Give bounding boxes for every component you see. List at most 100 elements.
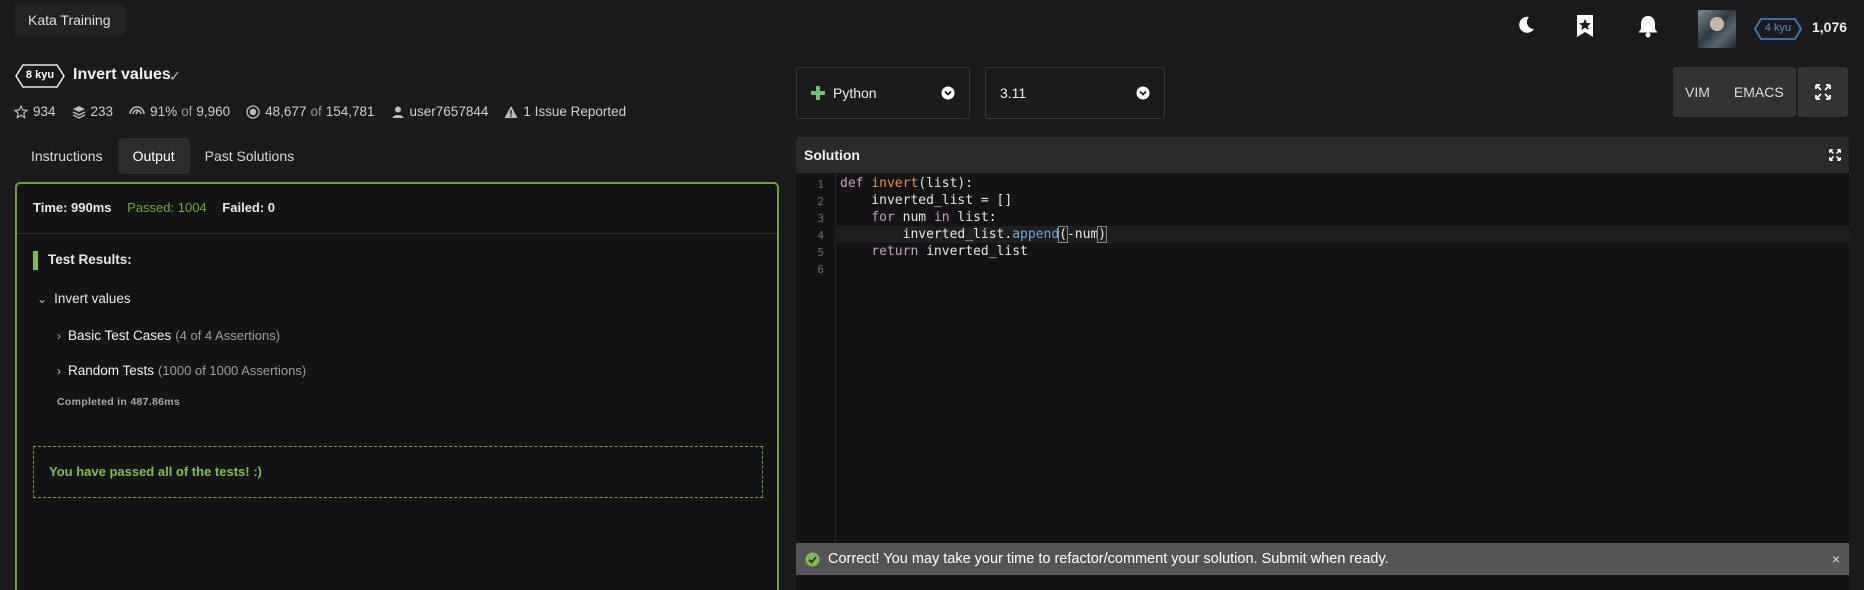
test-case-random[interactable]: › Random Tests (1000 of 1000 Assertions) <box>57 363 306 378</box>
satisfaction-of: of <box>181 104 193 119</box>
fullscreen-button[interactable] <box>1798 67 1848 117</box>
attempts-count: 154,781 <box>325 104 375 119</box>
test-case-name: Basic Test Cases <box>68 328 172 343</box>
bookmark-star-icon[interactable] <box>1575 14 1597 38</box>
star-icon <box>14 104 28 119</box>
test-results-marker <box>33 251 38 270</box>
kata-tabs: Instructions Output Past Solutions <box>16 138 309 174</box>
satisfaction-percent: 91% <box>150 104 178 119</box>
code-line: inverted_list.append(-num) <box>840 226 1108 243</box>
author-name: user7657844 <box>409 104 489 119</box>
tab-instructions[interactable]: Instructions <box>16 138 118 174</box>
kata-title: Invert values <box>73 66 171 83</box>
test-group-invert-values[interactable]: ⌄ Invert values <box>37 291 131 306</box>
keyword: def <box>840 176 864 191</box>
issues-stat[interactable]: 1 Issue Reported <box>504 104 626 119</box>
close-icon[interactable]: × <box>1832 551 1840 567</box>
collections-stat[interactable]: 233 <box>72 104 114 119</box>
toast-message: Correct! You may take your time to refac… <box>828 551 1389 567</box>
completed-time: Completed in 487.86ms <box>57 396 181 408</box>
completed-of: of <box>310 104 322 119</box>
test-case-name: Random Tests <box>68 363 155 378</box>
bracket-match: ( <box>1058 226 1068 243</box>
success-toast: Correct! You may take your time to refac… <box>796 543 1849 575</box>
test-results-label: Test Results: <box>48 252 132 267</box>
code-text: list: <box>949 210 997 225</box>
warning-icon <box>504 105 518 118</box>
collections-count: 233 <box>90 104 114 119</box>
bell-icon[interactable] <box>1637 14 1659 38</box>
satisfaction-stat: 91% of 9,960 <box>129 104 230 119</box>
chevron-right-icon: › <box>57 363 61 378</box>
layers-icon <box>72 105 85 119</box>
python-icon <box>811 86 825 100</box>
solution-title: Solution <box>804 147 860 163</box>
test-group-label: Invert values <box>54 291 131 306</box>
tab-past-solutions[interactable]: Past Solutions <box>190 138 310 174</box>
keyword: in <box>933 210 950 225</box>
pass-message: You have passed all of the tests! :) <box>33 446 763 498</box>
kata-training-button[interactable]: Kata Training <box>14 5 125 35</box>
line-number: 2 <box>817 195 824 208</box>
test-case-basic[interactable]: › Basic Test Cases (4 of 4 Assertions) <box>57 328 280 343</box>
line-number: 3 <box>817 212 824 225</box>
code-editor[interactable]: 1 2 3 4 5 6 def invert(list): inverted_l… <box>796 173 1849 543</box>
chevron-right-icon: › <box>57 328 61 343</box>
tab-output[interactable]: Output <box>117 138 190 174</box>
line-number: 1 <box>817 178 824 191</box>
editor-mode-toggle: VIM EMACS <box>1673 67 1796 117</box>
passed-count: Passed: 1004 <box>127 200 207 215</box>
language-select[interactable]: Python <box>796 67 970 119</box>
editor-footer <box>796 575 1849 590</box>
keyword: for <box>871 210 895 225</box>
version-select[interactable]: 3.11 <box>985 67 1165 119</box>
line-number: 5 <box>817 246 824 259</box>
bracket-match: ) <box>1097 226 1108 243</box>
line-number: 6 <box>817 263 824 276</box>
vim-mode-button[interactable]: VIM <box>1673 67 1722 117</box>
code-line: for num in list: <box>840 210 997 225</box>
code-line: inverted_list = [] <box>840 193 1012 208</box>
stars-stat[interactable]: 934 <box>14 104 56 119</box>
version-value: 3.11 <box>1000 85 1027 101</box>
failed-count: Failed: 0 <box>222 200 276 215</box>
kata-stats: 934 233 91% of 9,960 48,677 of 154,781 user7… <box>14 104 642 119</box>
satisfaction-votes: 9,960 <box>196 104 231 119</box>
chevron-down-icon: ⌄ <box>37 291 48 306</box>
check-circle-icon <box>805 552 820 566</box>
code-text: inverted_list <box>918 244 1028 259</box>
keyword: return <box>871 244 919 259</box>
test-case-assertions: (4 of 4 Assertions) <box>175 328 281 343</box>
expand-icon[interactable] <box>1829 149 1841 161</box>
method-name: append <box>1012 227 1060 242</box>
code-text: num <box>894 210 934 225</box>
solution-header: Solution <box>796 137 1849 173</box>
check-icon: ✓ <box>169 68 181 84</box>
moon-icon[interactable] <box>1515 14 1537 38</box>
code-text: (list): <box>918 176 974 191</box>
output-panel: Time: 990ms Passed: 1004 Failed: 0 Test … <box>15 182 779 590</box>
author-stat[interactable]: user7657844 <box>391 104 489 119</box>
code-line: return inverted_list <box>840 244 1028 259</box>
expand-icon <box>1815 84 1831 100</box>
language-value: Python <box>833 85 877 101</box>
stars-count: 934 <box>33 104 56 119</box>
user-icon <box>392 106 404 118</box>
satisfaction-icon <box>129 105 145 114</box>
completed-count: 48,677 <box>265 104 307 119</box>
emacs-mode-button[interactable]: EMACS <box>1722 67 1796 117</box>
time-text: Time: 990ms <box>33 200 112 215</box>
line-number: 4 <box>817 229 824 242</box>
line-number-gutter: 1 2 3 4 5 6 <box>796 173 836 543</box>
kata-rank-badge: 8 kyu <box>15 64 65 88</box>
honor-score: 1,076 <box>1812 19 1848 35</box>
code-text: -num <box>1066 227 1099 242</box>
user-rank-badge: 4 kyu <box>1754 18 1802 40</box>
chevron-down-icon <box>941 86 955 100</box>
code-text: inverted_list. <box>840 227 1013 242</box>
function-name: invert <box>871 176 919 191</box>
code-text: inverted_list = [] <box>840 193 1013 208</box>
avatar[interactable] <box>1698 10 1736 48</box>
